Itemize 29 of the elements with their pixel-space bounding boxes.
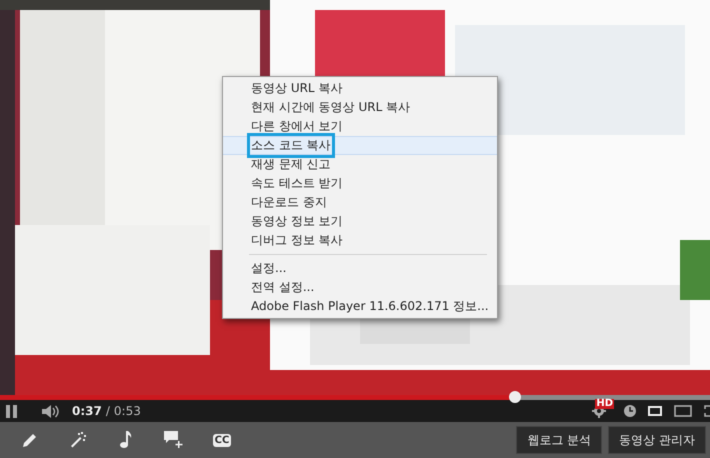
volume-icon[interactable]: [42, 404, 60, 418]
pencil-icon[interactable]: [22, 432, 38, 448]
menu-item[interactable]: 설정...: [223, 259, 497, 278]
menu-item[interactable]: 동영상 URL 복사: [223, 79, 497, 98]
menu-item[interactable]: 디버그 정보 복사: [223, 231, 497, 250]
toolbar-button[interactable]: 동영상 관리자: [608, 426, 706, 454]
menu-item[interactable]: Adobe Flash Player 11.6.602.171 정보...: [223, 297, 497, 316]
music-note-icon[interactable]: [120, 431, 132, 449]
elapsed-time: 0:37: [72, 404, 102, 418]
magic-wand-icon[interactable]: [70, 432, 86, 448]
menu-item[interactable]: 속도 테스트 받기: [223, 174, 497, 193]
menu-item[interactable]: 전역 설정...: [223, 278, 497, 297]
duration-time: 0:53: [114, 404, 141, 418]
menu-item[interactable]: 소스 코드 복사: [223, 136, 497, 155]
menu-item[interactable]: 다운로드 중지: [223, 193, 497, 212]
hd-badge: HD: [595, 399, 614, 409]
menu-item[interactable]: 다른 창에서 보기: [223, 117, 497, 136]
menu-item[interactable]: 현재 시간에 동영상 URL 복사: [223, 98, 497, 117]
clock-icon[interactable]: [624, 405, 636, 417]
menu-item[interactable]: 재생 문제 신고: [223, 155, 497, 174]
add-captions-icon[interactable]: CC: [212, 434, 232, 446]
pause-icon[interactable]: [6, 404, 18, 418]
menu-item[interactable]: 동영상 정보 보기: [223, 212, 497, 231]
small-player-icon[interactable]: [648, 406, 662, 416]
add-comment-icon[interactable]: [164, 431, 184, 449]
fullscreen-icon[interactable]: [704, 405, 710, 417]
large-player-icon[interactable]: [674, 405, 692, 417]
toolbar-button[interactable]: 웹로그 분석: [516, 426, 602, 454]
time-separator: /: [106, 404, 110, 418]
